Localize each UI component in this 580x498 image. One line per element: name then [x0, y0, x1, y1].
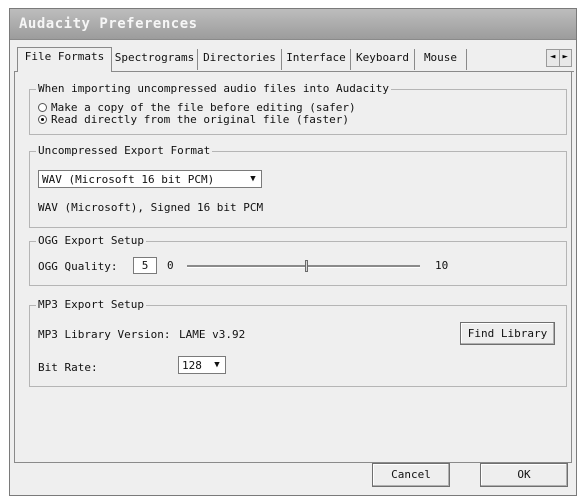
tab-scroll-left-icon[interactable]: ◄ [547, 50, 560, 66]
ogg-quality-label: OGG Quality: [38, 260, 118, 273]
export-format-select[interactable]: WAV (Microsoft 16 bit PCM) ▼ [38, 170, 262, 188]
slider-min-label: 0 [167, 259, 174, 272]
file-formats-panel: When importing uncompressed audio files … [14, 71, 572, 463]
radio-read-label[interactable]: Read directly from the original file (fa… [51, 113, 349, 126]
tab-strip: File Formats Spectrograms Directories In… [14, 47, 574, 72]
tab-keyboard[interactable]: Keyboard [351, 49, 415, 70]
radio-copy-indicator[interactable] [38, 103, 47, 112]
ogg-export-legend: OGG Export Setup [36, 234, 146, 247]
chevron-down-icon[interactable]: ▼ [210, 358, 224, 372]
radio-read-indicator[interactable] [38, 115, 47, 124]
tab-scroll-arrows: ◄ ► [546, 49, 572, 67]
export-format-description: WAV (Microsoft), Signed 16 bit PCM [38, 201, 264, 214]
cancel-button[interactable]: Cancel [372, 463, 450, 487]
tab-spectrograms[interactable]: Spectrograms [112, 49, 198, 70]
bitrate-select[interactable]: 128 ▼ [178, 356, 226, 374]
tab-interface[interactable]: Interface [282, 49, 351, 70]
slider-max-label: 10 [435, 259, 449, 272]
bitrate-label: Bit Rate: [38, 361, 98, 374]
chevron-down-icon[interactable]: ▼ [246, 172, 260, 186]
bitrate-value: 128 [182, 359, 202, 372]
tab-directories[interactable]: Directories [198, 49, 282, 70]
ogg-quality-slider-thumb[interactable] [305, 260, 308, 272]
radio-read-direct[interactable]: Read directly from the original file (fa… [38, 113, 349, 126]
tab-mouse[interactable]: Mouse [415, 49, 467, 70]
import-group: When importing uncompressed audio files … [29, 82, 567, 135]
mp3-library-version: LAME v3.92 [179, 328, 246, 341]
mp3-library-label: MP3 Library Version: [38, 328, 171, 341]
uncompressed-export-legend: Uncompressed Export Format [36, 144, 213, 157]
ogg-export-group: OGG Export Setup OGG Quality: 5 0 10 [29, 234, 567, 286]
find-library-button[interactable]: Find Library [460, 322, 555, 345]
tab-file-formats[interactable]: File Formats [17, 47, 112, 72]
ok-button[interactable]: OK [480, 463, 568, 487]
export-format-value: WAV (Microsoft 16 bit PCM) [42, 173, 215, 186]
uncompressed-export-group: Uncompressed Export Format WAV (Microsof… [29, 144, 567, 228]
preferences-window: Audacity Preferences File Formats Spectr… [9, 8, 577, 496]
import-group-legend: When importing uncompressed audio files … [36, 82, 391, 95]
ogg-quality-value: 5 [133, 257, 157, 274]
ogg-quality-slider[interactable] [187, 265, 420, 268]
tab-scroll-right-icon[interactable]: ► [560, 50, 572, 66]
window-title: Audacity Preferences [19, 16, 198, 32]
mp3-export-legend: MP3 Export Setup [36, 298, 146, 311]
mp3-export-group: MP3 Export Setup MP3 Library Version: LA… [29, 298, 567, 387]
title-bar[interactable]: Audacity Preferences [10, 9, 576, 40]
